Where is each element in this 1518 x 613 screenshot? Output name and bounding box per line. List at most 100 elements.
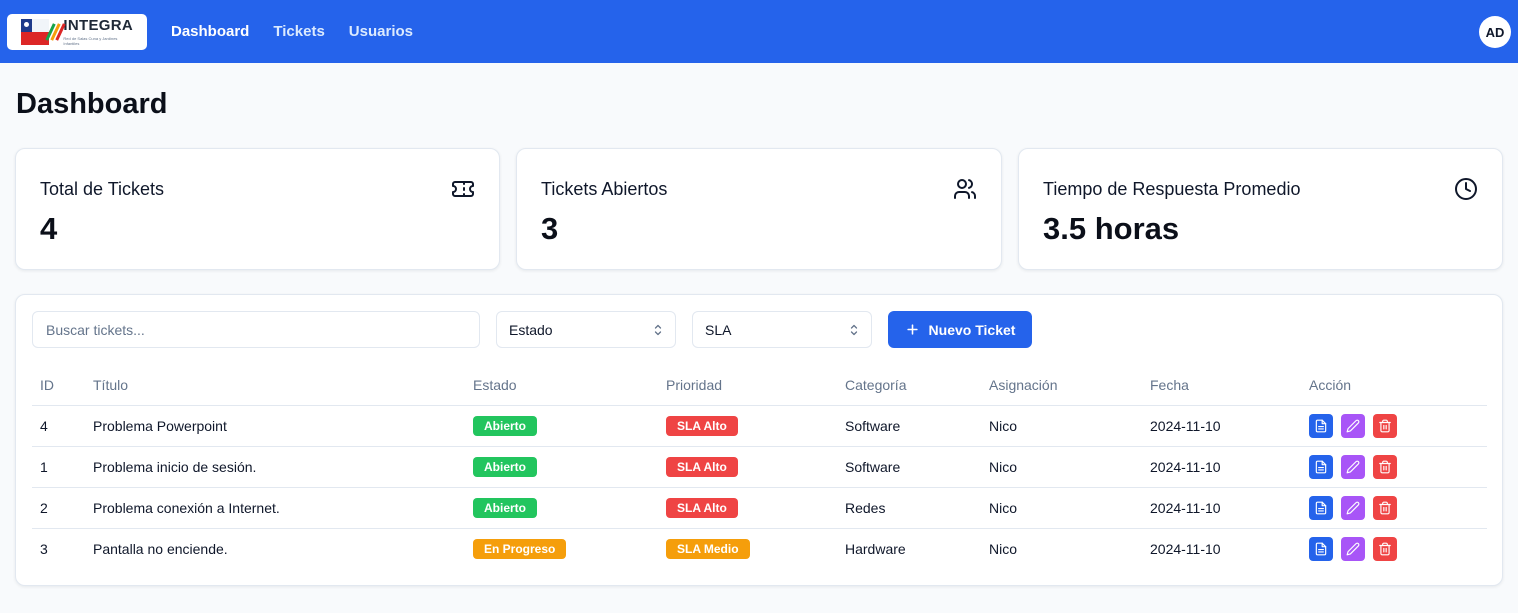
nav-tickets[interactable]: Tickets — [273, 23, 324, 40]
row-actions — [1309, 413, 1487, 438]
table-row[interactable]: 2 Problema conexión a Internet. Abierto … — [32, 487, 1487, 529]
chevrons-up-down-icon — [654, 324, 662, 336]
stat-card-open-tickets: Tickets Abiertos 3 — [516, 148, 1002, 270]
cell-date: 2024-11-10 — [1142, 487, 1301, 529]
sla-select[interactable]: SLA — [692, 311, 872, 348]
col-header-title[interactable]: Título — [85, 365, 465, 406]
table-row[interactable]: 1 Problema inicio de sesión. Abierto SLA… — [32, 446, 1487, 488]
status-badge: Abierto — [473, 497, 537, 518]
trash-icon — [1379, 542, 1391, 556]
priority-badge: SLA Alto — [666, 456, 738, 477]
pencil-icon — [1346, 460, 1360, 473]
trash-icon — [1379, 501, 1391, 514]
sla-select-value: SLA — [705, 321, 732, 338]
cell-date: 2024-11-10 — [1142, 446, 1301, 488]
cell-category: Software — [837, 405, 981, 447]
nav-usuarios[interactable]: Usuarios — [349, 23, 413, 40]
edit-ticket-button[interactable] — [1341, 413, 1365, 438]
stat-label: Tickets Abiertos — [541, 179, 668, 199]
page-title: Dashboard — [16, 88, 168, 120]
users-icon — [954, 179, 976, 199]
plus-icon — [906, 324, 918, 335]
delete-ticket-button[interactable] — [1373, 454, 1397, 479]
trash-icon — [1379, 419, 1391, 432]
cell-category: Redes — [837, 487, 981, 529]
delete-ticket-button[interactable] — [1373, 536, 1397, 561]
integra-mark-icon — [45, 22, 66, 42]
chevrons-up-down-icon — [850, 324, 858, 336]
col-header-category[interactable]: Categoría — [837, 365, 981, 406]
integra-logo[interactable]: INTEGRA Red de Salas Cuna y Jardines Inf… — [7, 13, 147, 50]
cell-id: 3 — [40, 540, 48, 557]
cell-assignee: Nico — [981, 487, 1142, 529]
priority-badge: SLA Alto — [666, 497, 738, 518]
cell-assignee: Nico — [989, 540, 1018, 557]
new-ticket-button[interactable]: Nuevo Ticket — [888, 311, 1032, 348]
file-text-icon — [1315, 542, 1327, 556]
estado-select-value: Estado — [509, 321, 553, 338]
cell-title: Problema inicio de sesión. — [85, 446, 465, 488]
table-row[interactable]: 3 Pantalla no enciende. En Progreso SLA … — [32, 528, 1487, 569]
priority-badge: SLA Alto — [666, 415, 738, 436]
main-nav: Dashboard Tickets Usuarios — [171, 23, 413, 40]
user-avatar[interactable]: AD — [1479, 16, 1511, 48]
logo-text: INTEGRA — [63, 17, 133, 34]
col-header-priority[interactable]: Prioridad — [658, 365, 837, 406]
col-header-status[interactable]: Estado — [465, 365, 658, 406]
cell-id: 2 — [32, 487, 85, 529]
stat-card-avg-response-time: Tiempo de Respuesta Promedio 3.5 horas — [1018, 148, 1503, 270]
delete-ticket-button[interactable] — [1373, 495, 1397, 520]
estado-select[interactable]: Estado — [496, 311, 676, 348]
row-actions — [1309, 536, 1487, 561]
edit-ticket-button[interactable] — [1341, 495, 1365, 520]
top-navbar: INTEGRA Red de Salas Cuna y Jardines Inf… — [0, 0, 1518, 63]
cell-assignee: Nico — [981, 446, 1142, 488]
delete-ticket-button[interactable] — [1373, 413, 1397, 438]
logo-subtitle: Red de Salas Cuna y Jardines Infantiles — [63, 36, 118, 46]
file-text-icon — [1315, 419, 1327, 432]
tickets-table-card: Estado SLA Nuevo Ticket ID Título Estado… — [15, 294, 1503, 586]
pencil-icon — [1346, 501, 1360, 514]
ticket-icon — [452, 181, 474, 197]
cell-title: Pantalla no enciende. — [93, 540, 228, 557]
cell-title: Problema Powerpoint — [85, 405, 465, 447]
cell-category: Software — [837, 446, 981, 488]
view-ticket-button[interactable] — [1309, 454, 1333, 479]
search-input[interactable] — [32, 311, 480, 348]
cell-id: 4 — [32, 405, 85, 447]
row-actions — [1309, 454, 1487, 479]
cell-assignee: Nico — [981, 405, 1142, 447]
status-badge: En Progreso — [473, 538, 567, 559]
pencil-icon — [1346, 542, 1360, 556]
cell-id: 1 — [32, 446, 85, 488]
table-row[interactable]: 4 Problema Powerpoint Abierto SLA Alto S… — [32, 405, 1487, 447]
view-ticket-button[interactable] — [1309, 413, 1333, 438]
nav-dashboard[interactable]: Dashboard — [171, 23, 249, 40]
status-badge: Abierto — [473, 456, 537, 477]
col-header-action: Acción — [1301, 365, 1487, 406]
tickets-table: ID Título Estado Prioridad Categoría Asi… — [32, 365, 1487, 569]
view-ticket-button[interactable] — [1309, 536, 1333, 561]
stat-label: Tiempo de Respuesta Promedio — [1043, 179, 1301, 199]
row-actions — [1309, 495, 1487, 520]
priority-badge: SLA Medio — [666, 538, 750, 559]
col-header-id[interactable]: ID — [32, 365, 85, 406]
table-header-row: ID Título Estado Prioridad Categoría Asi… — [32, 365, 1487, 406]
col-header-date[interactable]: Fecha — [1142, 365, 1301, 406]
col-header-assignee[interactable]: Asignación — [981, 365, 1142, 406]
stat-card-total-tickets: Total de Tickets 4 — [15, 148, 500, 270]
stat-value: 4 — [40, 211, 58, 246]
cell-date: 2024-11-10 — [1142, 405, 1301, 447]
cell-date: 2024-11-10 — [1150, 540, 1221, 557]
file-text-icon — [1315, 460, 1327, 473]
view-ticket-button[interactable] — [1309, 495, 1333, 520]
cell-category: Hardware — [845, 540, 906, 557]
cell-title: Problema conexión a Internet. — [85, 487, 465, 529]
file-text-icon — [1315, 501, 1327, 514]
pencil-icon — [1346, 419, 1360, 432]
trash-icon — [1379, 460, 1391, 473]
stat-label: Total de Tickets — [40, 179, 165, 199]
edit-ticket-button[interactable] — [1341, 454, 1365, 479]
edit-ticket-button[interactable] — [1341, 536, 1365, 561]
stat-value: 3.5 horas — [1043, 211, 1180, 246]
